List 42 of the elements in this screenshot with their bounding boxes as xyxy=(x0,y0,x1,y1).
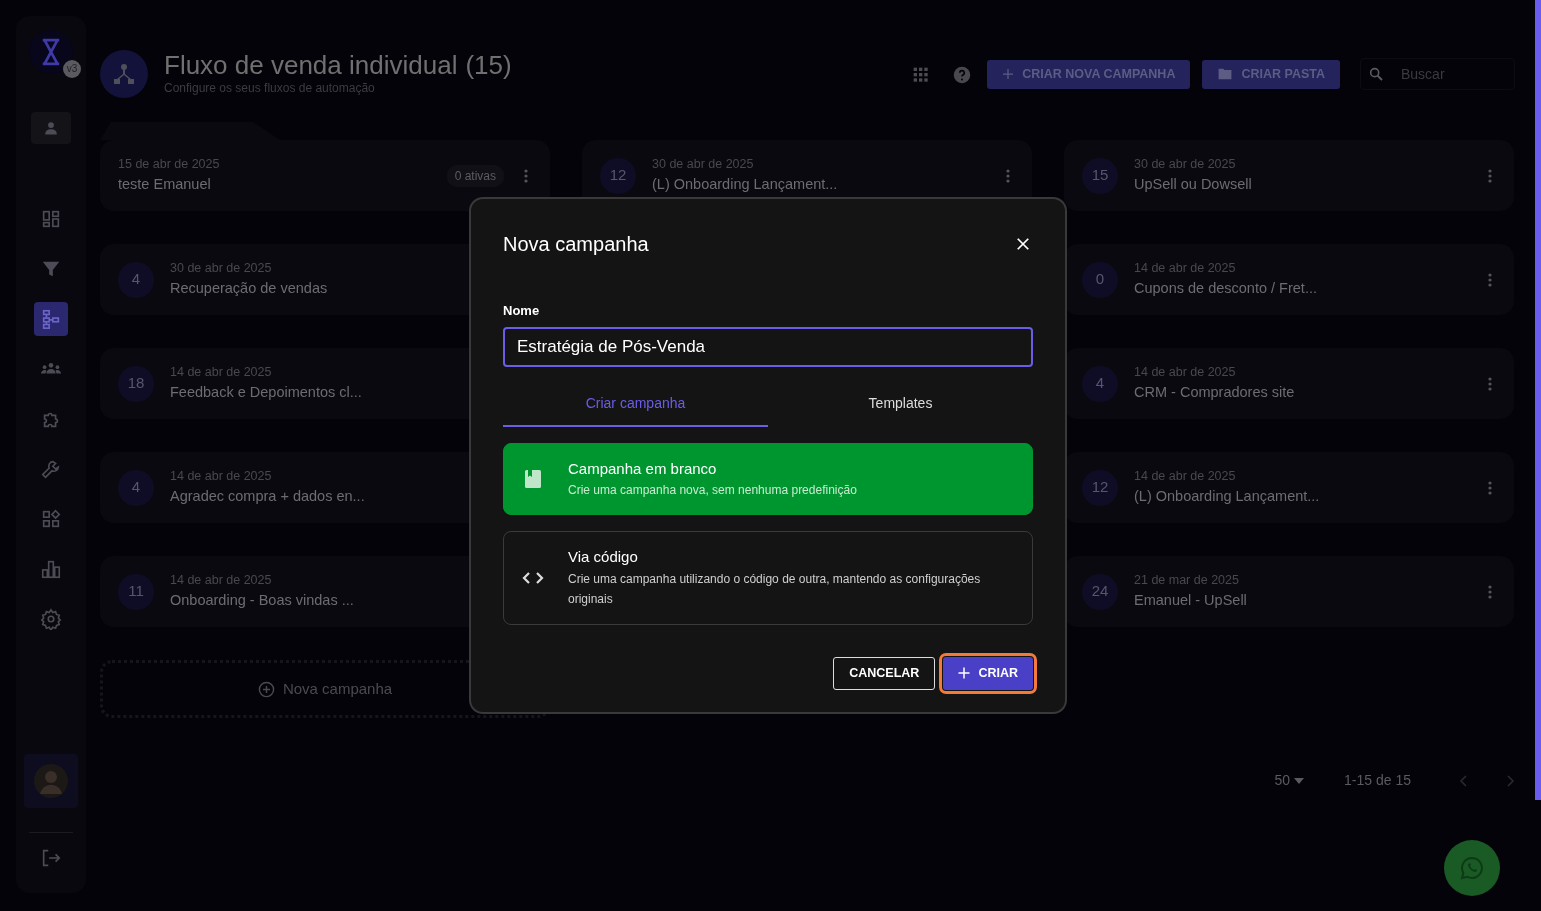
option-title: Via código xyxy=(568,547,639,568)
page-range: 1-15 de 15 xyxy=(1344,771,1411,790)
page-subtitle: Configure os seus fluxos de automação xyxy=(164,80,376,98)
card-title: Onboarding - Boas vindas ... xyxy=(170,591,355,610)
page-title: Fluxo de venda individual xyxy=(164,50,458,80)
card-title: (L) Onboarding Lançament... xyxy=(1134,487,1321,506)
step-count: 12 xyxy=(600,157,636,194)
step-count: 15 xyxy=(1082,157,1118,194)
card-date: 21 de mar de 2025 xyxy=(1134,572,1240,590)
card-date: 14 de abr de 2025 xyxy=(170,364,273,382)
step-count: 24 xyxy=(1082,573,1118,610)
campaign-count: (15) xyxy=(465,50,512,80)
card-date: 30 de abr de 2025 xyxy=(170,260,273,278)
version-badge: v3 xyxy=(63,60,81,78)
card-date: 14 de abr de 2025 xyxy=(1134,260,1237,278)
card-title: Agradec compra + dados en... xyxy=(170,487,366,506)
card-title: (L) Onboarding Lançament... xyxy=(652,175,839,194)
card-title: Recuperação de vendas xyxy=(170,279,329,298)
card-date: 14 de abr de 2025 xyxy=(1134,468,1237,486)
card-title: Cupons de desconto / Fret... xyxy=(1134,279,1318,298)
card-title: Emanuel - UpSell xyxy=(1134,591,1248,610)
step-count: 4 xyxy=(118,469,154,506)
card-title: UpSell ou Dowsell xyxy=(1134,175,1253,194)
step-count: 4 xyxy=(118,261,154,298)
card-date: 14 de abr de 2025 xyxy=(1134,364,1237,382)
option-description: Crie uma campanha utilizando o código de outra, mantendo as configurações originais xyxy=(568,570,982,609)
card-date: 30 de abr de 2025 xyxy=(652,156,755,174)
card-date: 15 de abr de 2025 xyxy=(118,156,221,174)
option-description: Crie uma campanha nova, sem nenhuma predefinição xyxy=(568,482,857,499)
option-title: Campanha em branco xyxy=(568,458,718,479)
step-count: 4 xyxy=(1082,365,1118,402)
step-count: 12 xyxy=(1082,469,1118,506)
status-badge: 0 ativas xyxy=(446,164,504,187)
card-title: Feedback e Depoimentos cl... xyxy=(170,383,363,402)
card-date: 14 de abr de 2025 xyxy=(170,572,273,590)
card-title: teste Emanuel xyxy=(118,175,212,194)
card-date: 30 de abr de 2025 xyxy=(1134,156,1237,174)
step-count: 11 xyxy=(118,573,154,610)
card-title: CRM - Compradores site xyxy=(1134,383,1296,402)
step-count: 18 xyxy=(118,365,154,402)
card-date: 14 de abr de 2025 xyxy=(170,468,273,486)
step-count: 0 xyxy=(1082,261,1118,298)
